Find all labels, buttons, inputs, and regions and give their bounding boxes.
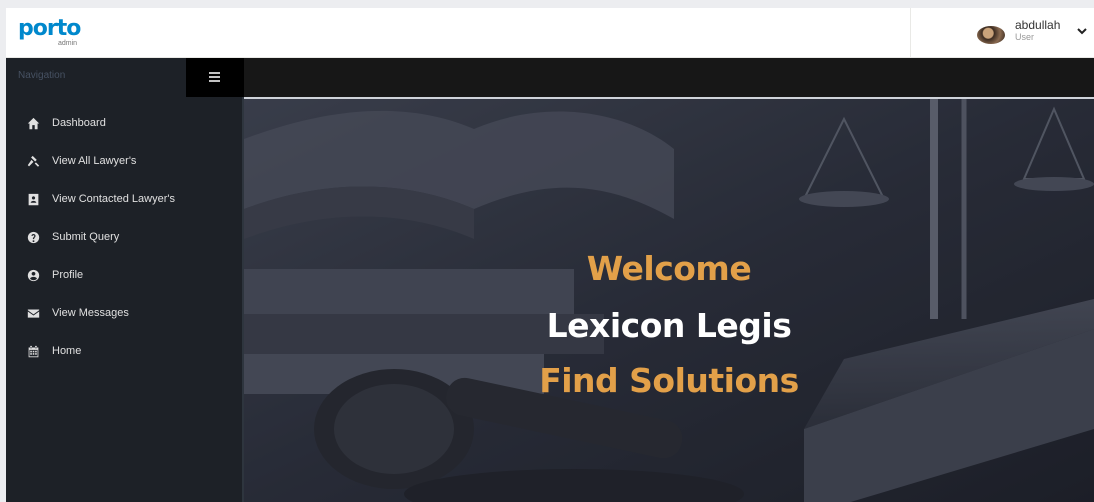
- logo-text: porto: [18, 16, 81, 41]
- home-icon: [26, 116, 40, 130]
- sidebar-item-label: View All Lawyer's: [52, 155, 137, 167]
- hero-title: Lexicon Legis: [546, 306, 792, 345]
- user-name: abdullah: [1015, 18, 1061, 32]
- sidebar-item-dashboard[interactable]: Dashboard: [6, 104, 242, 142]
- hero-tagline: Find Solutions: [539, 361, 799, 400]
- hero-welcome: Welcome: [586, 249, 752, 288]
- sidebar-item-profile[interactable]: Profile: [6, 256, 242, 294]
- logo-subtext: admin: [58, 40, 78, 47]
- sidebar-item-view-messages[interactable]: View Messages: [6, 294, 242, 332]
- sidebar-item-label: Dashboard: [52, 117, 106, 129]
- hero-text: Welcome Lexicon Legis Find Solutions: [244, 99, 1094, 502]
- sidebar-item-view-contacted-lawyers[interactable]: View Contacted Lawyer's: [6, 180, 242, 218]
- hamburger-icon: [209, 72, 220, 82]
- gavel-icon: [26, 154, 40, 168]
- question-circle-icon: [26, 230, 40, 244]
- porto-logo[interactable]: porto admin: [18, 18, 88, 50]
- calendar-icon: [26, 344, 40, 358]
- sidebar-item-submit-query[interactable]: Submit Query: [6, 218, 242, 256]
- content-topbar: [244, 58, 1094, 97]
- nav-title: Navigation: [18, 70, 66, 81]
- hero-banner: Welcome Lexicon Legis Find Solutions: [244, 97, 1094, 502]
- sidebar-item-label: Submit Query: [52, 231, 120, 243]
- sidebar-item-label: View Messages: [52, 307, 129, 319]
- sidebar-item-label: Home: [52, 345, 82, 357]
- sidebar-header: Navigation: [6, 58, 244, 97]
- sidebar-item-view-all-lawyers[interactable]: View All Lawyer's: [6, 142, 242, 180]
- user-role: User: [1015, 32, 1035, 42]
- sidebar-item-label: View Contacted Lawyer's: [52, 193, 175, 205]
- address-book-icon: [26, 192, 40, 206]
- user-menu[interactable]: abdullah User: [910, 8, 1094, 58]
- envelope-icon: [26, 306, 40, 320]
- user-circle-icon: [26, 268, 40, 282]
- sidebar-item-label: Profile: [52, 269, 84, 281]
- nav-menu: Dashboard View All Lawyer's View Contact…: [6, 104, 242, 370]
- sidebar-item-home[interactable]: Home: [6, 332, 242, 370]
- avatar[interactable]: [977, 26, 1005, 44]
- sidebar: Navigation Dashboard View All Lawyer's V…: [6, 58, 245, 502]
- top-header: porto admin abdullah User: [6, 8, 1094, 58]
- sidebar-toggle-button[interactable]: [186, 58, 244, 97]
- chevron-down-icon[interactable]: [1075, 24, 1089, 38]
